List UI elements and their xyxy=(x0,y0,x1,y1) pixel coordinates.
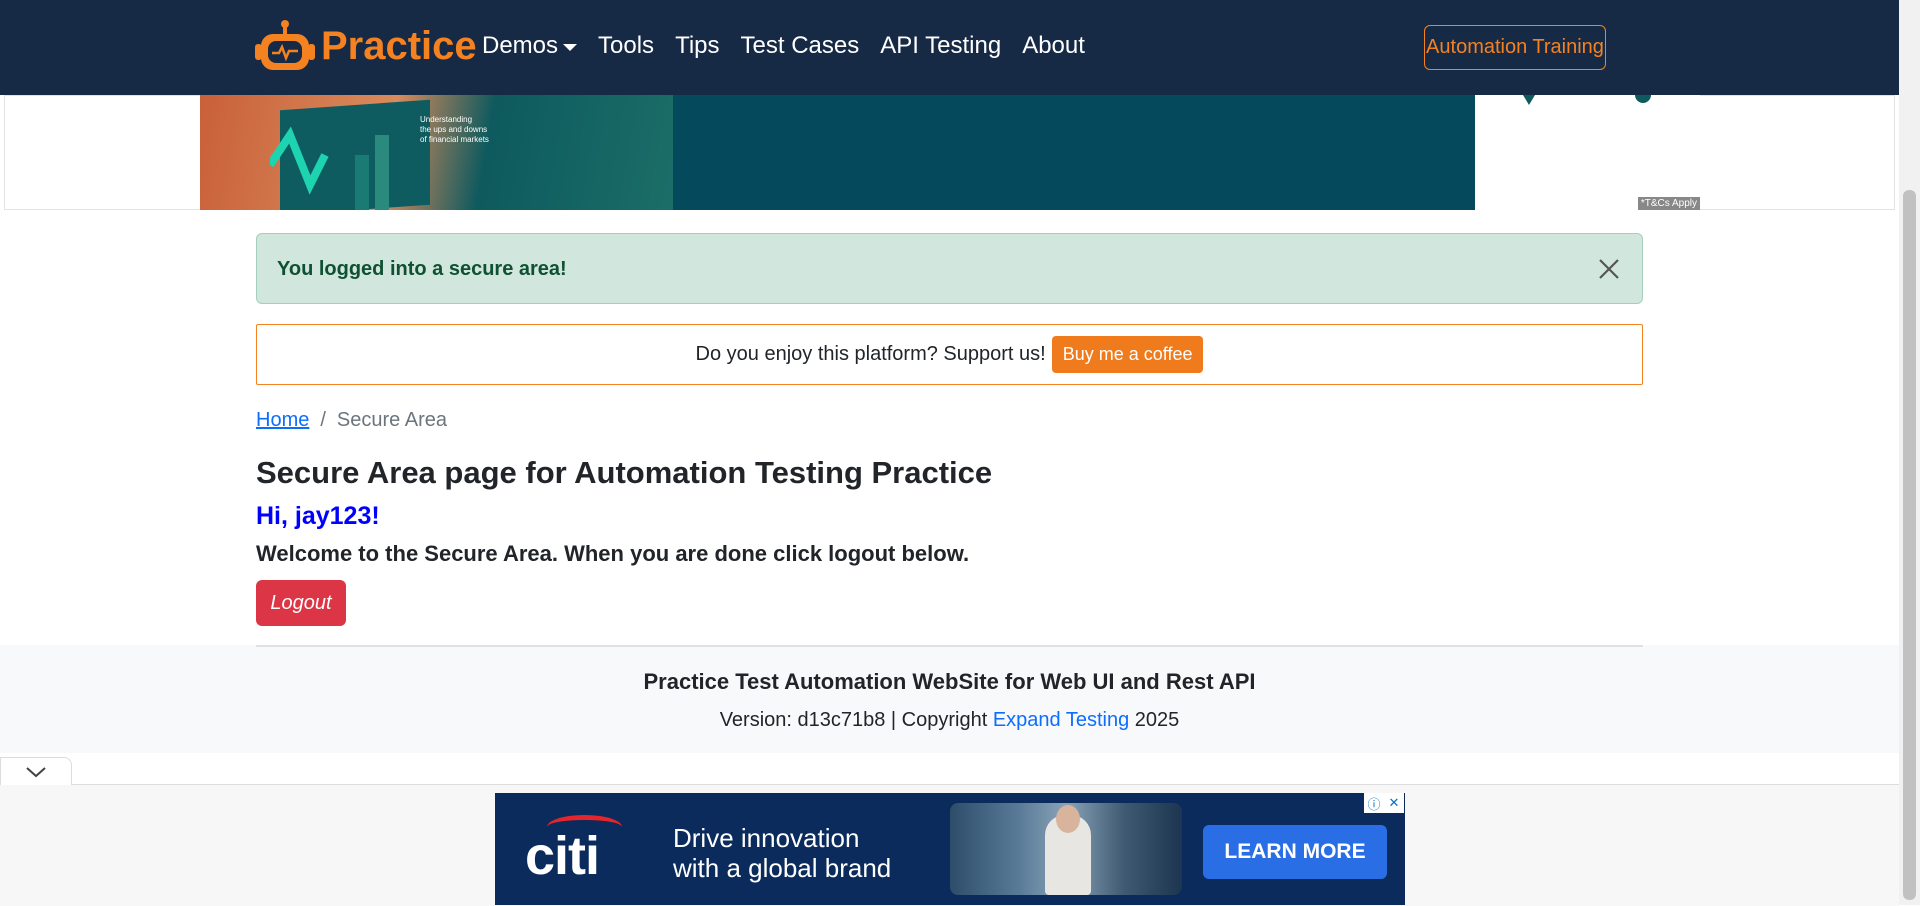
support-text: Do you enjoy this platform? Support us! xyxy=(695,343,1046,365)
nav-demos-label: Demos xyxy=(482,32,559,59)
footer-version: Version: d13c71b8 | Copyright Expand Tes… xyxy=(0,709,1899,732)
breadcrumb-home-link[interactable]: Home xyxy=(256,409,309,432)
nav-tips[interactable]: Tips xyxy=(675,32,719,60)
automation-training-button[interactable]: Automation Training xyxy=(1424,25,1606,70)
ad-caption: Understanding the ups and downs of finan… xyxy=(420,115,489,145)
page-scrollbar[interactable] xyxy=(1899,0,1920,905)
alert-message: You logged into a secure area! xyxy=(277,258,567,280)
footer-divider xyxy=(256,645,1643,647)
footer: Practice Test Automation WebSite for Web… xyxy=(0,645,1899,753)
footer-year: 2025 xyxy=(1129,709,1180,731)
ad-choices: ⓘ ✕ xyxy=(1364,793,1404,813)
ad-headline-line-1: Drive innovation xyxy=(673,823,860,853)
chart-arrow-icon xyxy=(270,126,389,210)
logout-button[interactable]: Logout xyxy=(256,580,346,626)
buy-coffee-button[interactable]: Buy me a coffee xyxy=(1051,336,1204,373)
citi-logo: citi xyxy=(525,826,600,886)
success-alert: You logged into a secure area! xyxy=(256,233,1643,304)
top-ad-banner[interactable]: Understanding the ups and downs of finan… xyxy=(200,95,1700,210)
ad-marker-icon xyxy=(1523,95,1651,105)
ad-headline: Drive innovation with a global brand xyxy=(673,823,891,883)
info-icon[interactable]: ⓘ xyxy=(1364,793,1384,813)
ad-headline-line-2: with a global brand xyxy=(673,853,892,883)
support-banner: Do you enjoy this platform? Support us! … xyxy=(256,324,1643,385)
nav-menu: Demos Tools Tips Test Cases API Testing … xyxy=(482,32,1106,60)
nav-test-cases[interactable]: Test Cases xyxy=(741,32,860,60)
learn-more-button[interactable]: LEARN MORE xyxy=(1203,825,1387,879)
bottom-ad-banner[interactable]: citi Drive innovation with a global bran… xyxy=(495,793,1405,905)
brand-link[interactable]: Practice xyxy=(255,18,477,74)
caret-down-icon xyxy=(563,43,578,51)
top-navbar: Practice Demos Tools Tips Test Cases API… xyxy=(0,0,1899,95)
nav-demos[interactable]: Demos xyxy=(482,32,578,60)
footer-title: Practice Test Automation WebSite for Web… xyxy=(643,669,1256,694)
scrollbar-thumb[interactable] xyxy=(1903,190,1916,900)
breadcrumb: Home / Secure Area xyxy=(256,409,447,432)
breadcrumb-separator: / xyxy=(320,409,326,431)
ad-photo xyxy=(950,803,1182,895)
page-title: Secure Area page for Automation Testing … xyxy=(256,455,993,490)
ad-caption-line-3: of financial markets xyxy=(420,135,489,144)
ad-person-head xyxy=(1056,805,1080,833)
nav-tools[interactable]: Tools xyxy=(598,32,654,60)
ad-caption-line-2: the ups and downs xyxy=(420,125,488,134)
welcome-message: Welcome to the Secure Area. When you are… xyxy=(256,541,970,566)
close-icon[interactable] xyxy=(1596,256,1622,282)
tc-apply-label: *T&Cs Apply xyxy=(1637,197,1700,210)
user-greeting: Hi, jay123! xyxy=(256,502,380,530)
nav-about[interactable]: About xyxy=(1022,32,1085,60)
brand-name: Practice xyxy=(321,23,477,68)
robot-logo-icon xyxy=(255,20,315,70)
ad-caption-line-1: Understanding xyxy=(420,115,473,124)
nav-api-testing[interactable]: API Testing xyxy=(880,32,1001,60)
ad-right-panel: *T&Cs Apply xyxy=(1475,95,1700,210)
ad-artwork: Understanding the ups and downs of finan… xyxy=(200,95,673,210)
breadcrumb-current: Secure Area xyxy=(336,409,447,431)
ad-collapse-toggle[interactable] xyxy=(0,757,72,785)
footer-version-text: Version: d13c71b8 | Copyright xyxy=(719,709,993,731)
chevron-down-icon xyxy=(26,767,46,778)
ad-close-icon[interactable]: ✕ xyxy=(1384,793,1404,813)
expand-testing-link[interactable]: Expand Testing xyxy=(993,709,1129,731)
